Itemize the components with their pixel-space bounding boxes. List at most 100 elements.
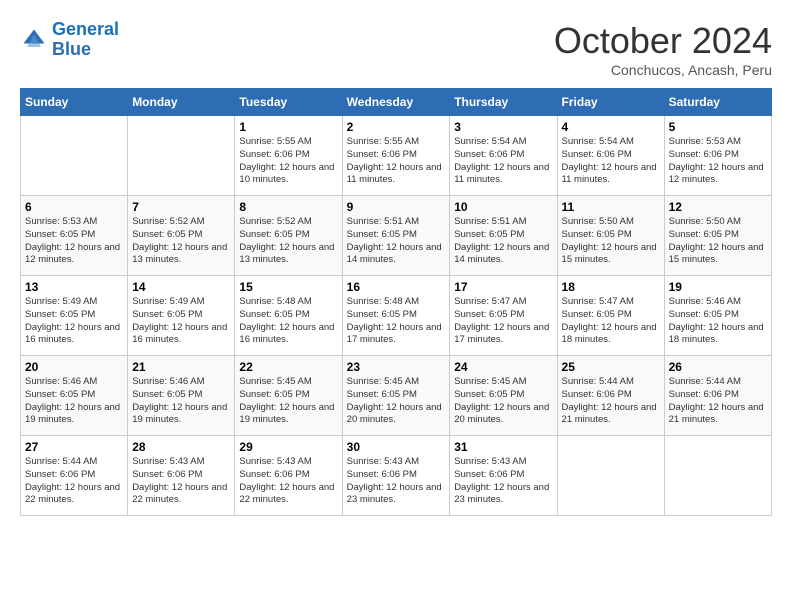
calendar-cell: 15Sunrise: 5:48 AM Sunset: 6:05 PM Dayli… [235,276,342,356]
day-number: 3 [454,120,552,134]
day-info: Sunrise: 5:54 AM Sunset: 6:06 PM Dayligh… [454,136,552,187]
calendar-cell: 8 Sunrise: 5:52 AM Sunset: 6:05 PM Daylig… [235,196,342,276]
calendar-cell [128,116,235,196]
day-number: 6 [25,200,123,214]
day-number: 21 [132,360,230,374]
calendar-week-5: 27Sunrise: 5:44 AM Sunset: 6:06 PM Dayli… [21,436,772,516]
day-info: Sunrise: 5:45 AM Sunset: 6:05 PM Dayligh… [347,376,446,427]
calendar-cell: 1 Sunrise: 5:55 AM Sunset: 6:06 PM Daylig… [235,116,342,196]
day-info: Sunrise: 5:53 AM Sunset: 6:05 PM Dayligh… [25,216,123,267]
day-info: Sunrise: 5:52 AM Sunset: 6:05 PM Dayligh… [132,216,230,267]
day-number: 2 [347,120,446,134]
day-number: 9 [347,200,446,214]
calendar-cell: 29Sunrise: 5:43 AM Sunset: 6:06 PM Dayli… [235,436,342,516]
calendar-cell: 19 Sunrise: 5:46 AM Sunset: 6:05 PM Dayli… [664,276,771,356]
day-info: Sunrise: 5:44 AM Sunset: 6:06 PM Dayligh… [562,376,660,427]
day-number: 13 [25,280,123,294]
day-info: Sunrise: 5:50 AM Sunset: 6:05 PM Dayligh… [562,216,660,267]
day-info: Sunrise: 5:43 AM Sunset: 6:06 PM Dayligh… [132,456,230,507]
day-info: Sunrise: 5:51 AM Sunset: 6:05 PM Dayligh… [454,216,552,267]
day-info: Sunrise: 5:46 AM Sunset: 6:05 PM Dayligh… [669,296,767,347]
day-number: 26 [669,360,767,374]
day-number: 17 [454,280,552,294]
day-number: 31 [454,440,552,454]
day-info: Sunrise: 5:52 AM Sunset: 6:05 PM Dayligh… [239,216,337,267]
day-info: Sunrise: 5:45 AM Sunset: 6:05 PM Dayligh… [239,376,337,427]
header-friday: Friday [557,89,664,116]
calendar-cell: 18 Sunrise: 5:47 AM Sunset: 6:05 PM Dayli… [557,276,664,356]
day-info: Sunrise: 5:54 AM Sunset: 6:06 PM Dayligh… [562,136,660,187]
day-number: 10 [454,200,552,214]
day-number: 8 [239,200,337,214]
calendar-cell [557,436,664,516]
day-number: 28 [132,440,230,454]
calendar-cell: 26 Sunrise: 5:44 AM Sunset: 6:06 PM Dayli… [664,356,771,436]
location: Conchucos, Ancash, Peru [554,62,772,78]
day-number: 29 [239,440,337,454]
calendar-cell: 7 Sunrise: 5:52 AM Sunset: 6:05 PM Daylig… [128,196,235,276]
day-number: 19 [669,280,767,294]
day-info: Sunrise: 5:45 AM Sunset: 6:05 PM Dayligh… [454,376,552,427]
day-number: 22 [239,360,337,374]
day-info: Sunrise: 5:47 AM Sunset: 6:05 PM Dayligh… [562,296,660,347]
calendar-cell: 21Sunrise: 5:46 AM Sunset: 6:05 PM Dayli… [128,356,235,436]
calendar-week-4: 20Sunrise: 5:46 AM Sunset: 6:05 PM Dayli… [21,356,772,436]
header-saturday: Saturday [664,89,771,116]
calendar-cell: 13Sunrise: 5:49 AM Sunset: 6:05 PM Dayli… [21,276,128,356]
calendar-week-3: 13 Sunrise: 5:49 AM Sunset: 6:05 PM Dayli… [21,276,772,356]
day-number: 15 [239,280,337,294]
day-number: 25 [562,360,660,374]
calendar-cell: 17Sunrise: 5:47 AM Sunset: 6:05 PM Dayli… [450,276,557,356]
day-number: 7 [132,200,230,214]
header-row: Sunday Monday Tuesday Wednesday Thursday… [21,89,772,116]
logo-icon [20,26,48,54]
calendar-cell: 9 Sunrise: 5:51 AM Sunset: 6:05 PM Daylig… [342,196,450,276]
calendar-cell [664,436,771,516]
day-info: Sunrise: 5:53 AM Sunset: 6:06 PM Dayligh… [669,136,767,187]
header-tuesday: Tuesday [235,89,342,116]
calendar-cell: 20Sunrise: 5:46 AM Sunset: 6:05 PM Dayli… [21,356,128,436]
calendar-body: 1 Sunrise: 5:55 AM Sunset: 6:06 PM Daylig… [21,116,772,516]
header-sunday: Sunday [21,89,128,116]
day-info: Sunrise: 5:48 AM Sunset: 6:05 PM Dayligh… [347,296,446,347]
calendar-cell: 3 Sunrise: 5:54 AM Sunset: 6:06 PM Daylig… [450,116,557,196]
calendar-cell: 31Sunrise: 5:43 AM Sunset: 6:06 PM Dayli… [450,436,557,516]
day-number: 23 [347,360,446,374]
calendar-cell: 2 Sunrise: 5:55 AM Sunset: 6:06 PM Daylig… [342,116,450,196]
calendar-cell: 22 Sunrise: 5:45 AM Sunset: 6:05 PM Dayli… [235,356,342,436]
calendar-week-1: 1 Sunrise: 5:55 AM Sunset: 6:06 PM Daylig… [21,116,772,196]
day-number: 1 [239,120,337,134]
day-number: 12 [669,200,767,214]
day-number: 18 [562,280,660,294]
calendar-header: Sunday Monday Tuesday Wednesday Thursday… [21,89,772,116]
day-info: Sunrise: 5:50 AM Sunset: 6:05 PM Dayligh… [669,216,767,267]
calendar-cell: 10 Sunrise: 5:51 AM Sunset: 6:05 PM Dayli… [450,196,557,276]
day-info: Sunrise: 5:49 AM Sunset: 6:05 PM Dayligh… [132,296,230,347]
day-info: Sunrise: 5:44 AM Sunset: 6:06 PM Dayligh… [669,376,767,427]
month-title: October 2024 [554,20,772,62]
calendar-cell: 24 Sunrise: 5:45 AM Sunset: 6:05 PM Dayli… [450,356,557,436]
calendar-cell: 5 Sunrise: 5:53 AM Sunset: 6:06 PM Daylig… [664,116,771,196]
day-info: Sunrise: 5:46 AM Sunset: 6:05 PM Dayligh… [25,376,123,427]
calendar-cell: 23 Sunrise: 5:45 AM Sunset: 6:05 PM Dayli… [342,356,450,436]
logo: General Blue [20,20,119,60]
day-number: 24 [454,360,552,374]
calendar-cell: 30Sunrise: 5:43 AM Sunset: 6:06 PM Dayli… [342,436,450,516]
day-number: 27 [25,440,123,454]
calendar-cell: 12 Sunrise: 5:50 AM Sunset: 6:05 PM Dayli… [664,196,771,276]
day-number: 14 [132,280,230,294]
title-block: October 2024 Conchucos, Ancash, Peru [554,20,772,78]
calendar-cell: 28 Sunrise: 5:43 AM Sunset: 6:06 PM Dayli… [128,436,235,516]
day-info: Sunrise: 5:55 AM Sunset: 6:06 PM Dayligh… [239,136,337,187]
day-number: 4 [562,120,660,134]
header-monday: Monday [128,89,235,116]
calendar-cell: 11Sunrise: 5:50 AM Sunset: 6:05 PM Dayli… [557,196,664,276]
day-number: 16 [347,280,446,294]
day-info: Sunrise: 5:55 AM Sunset: 6:06 PM Dayligh… [347,136,446,187]
calendar-cell [21,116,128,196]
day-info: Sunrise: 5:51 AM Sunset: 6:05 PM Dayligh… [347,216,446,267]
header-thursday: Thursday [450,89,557,116]
calendar-cell: 27Sunrise: 5:44 AM Sunset: 6:06 PM Dayli… [21,436,128,516]
day-number: 5 [669,120,767,134]
page-header: General Blue October 2024 Conchucos, Anc… [20,20,772,78]
